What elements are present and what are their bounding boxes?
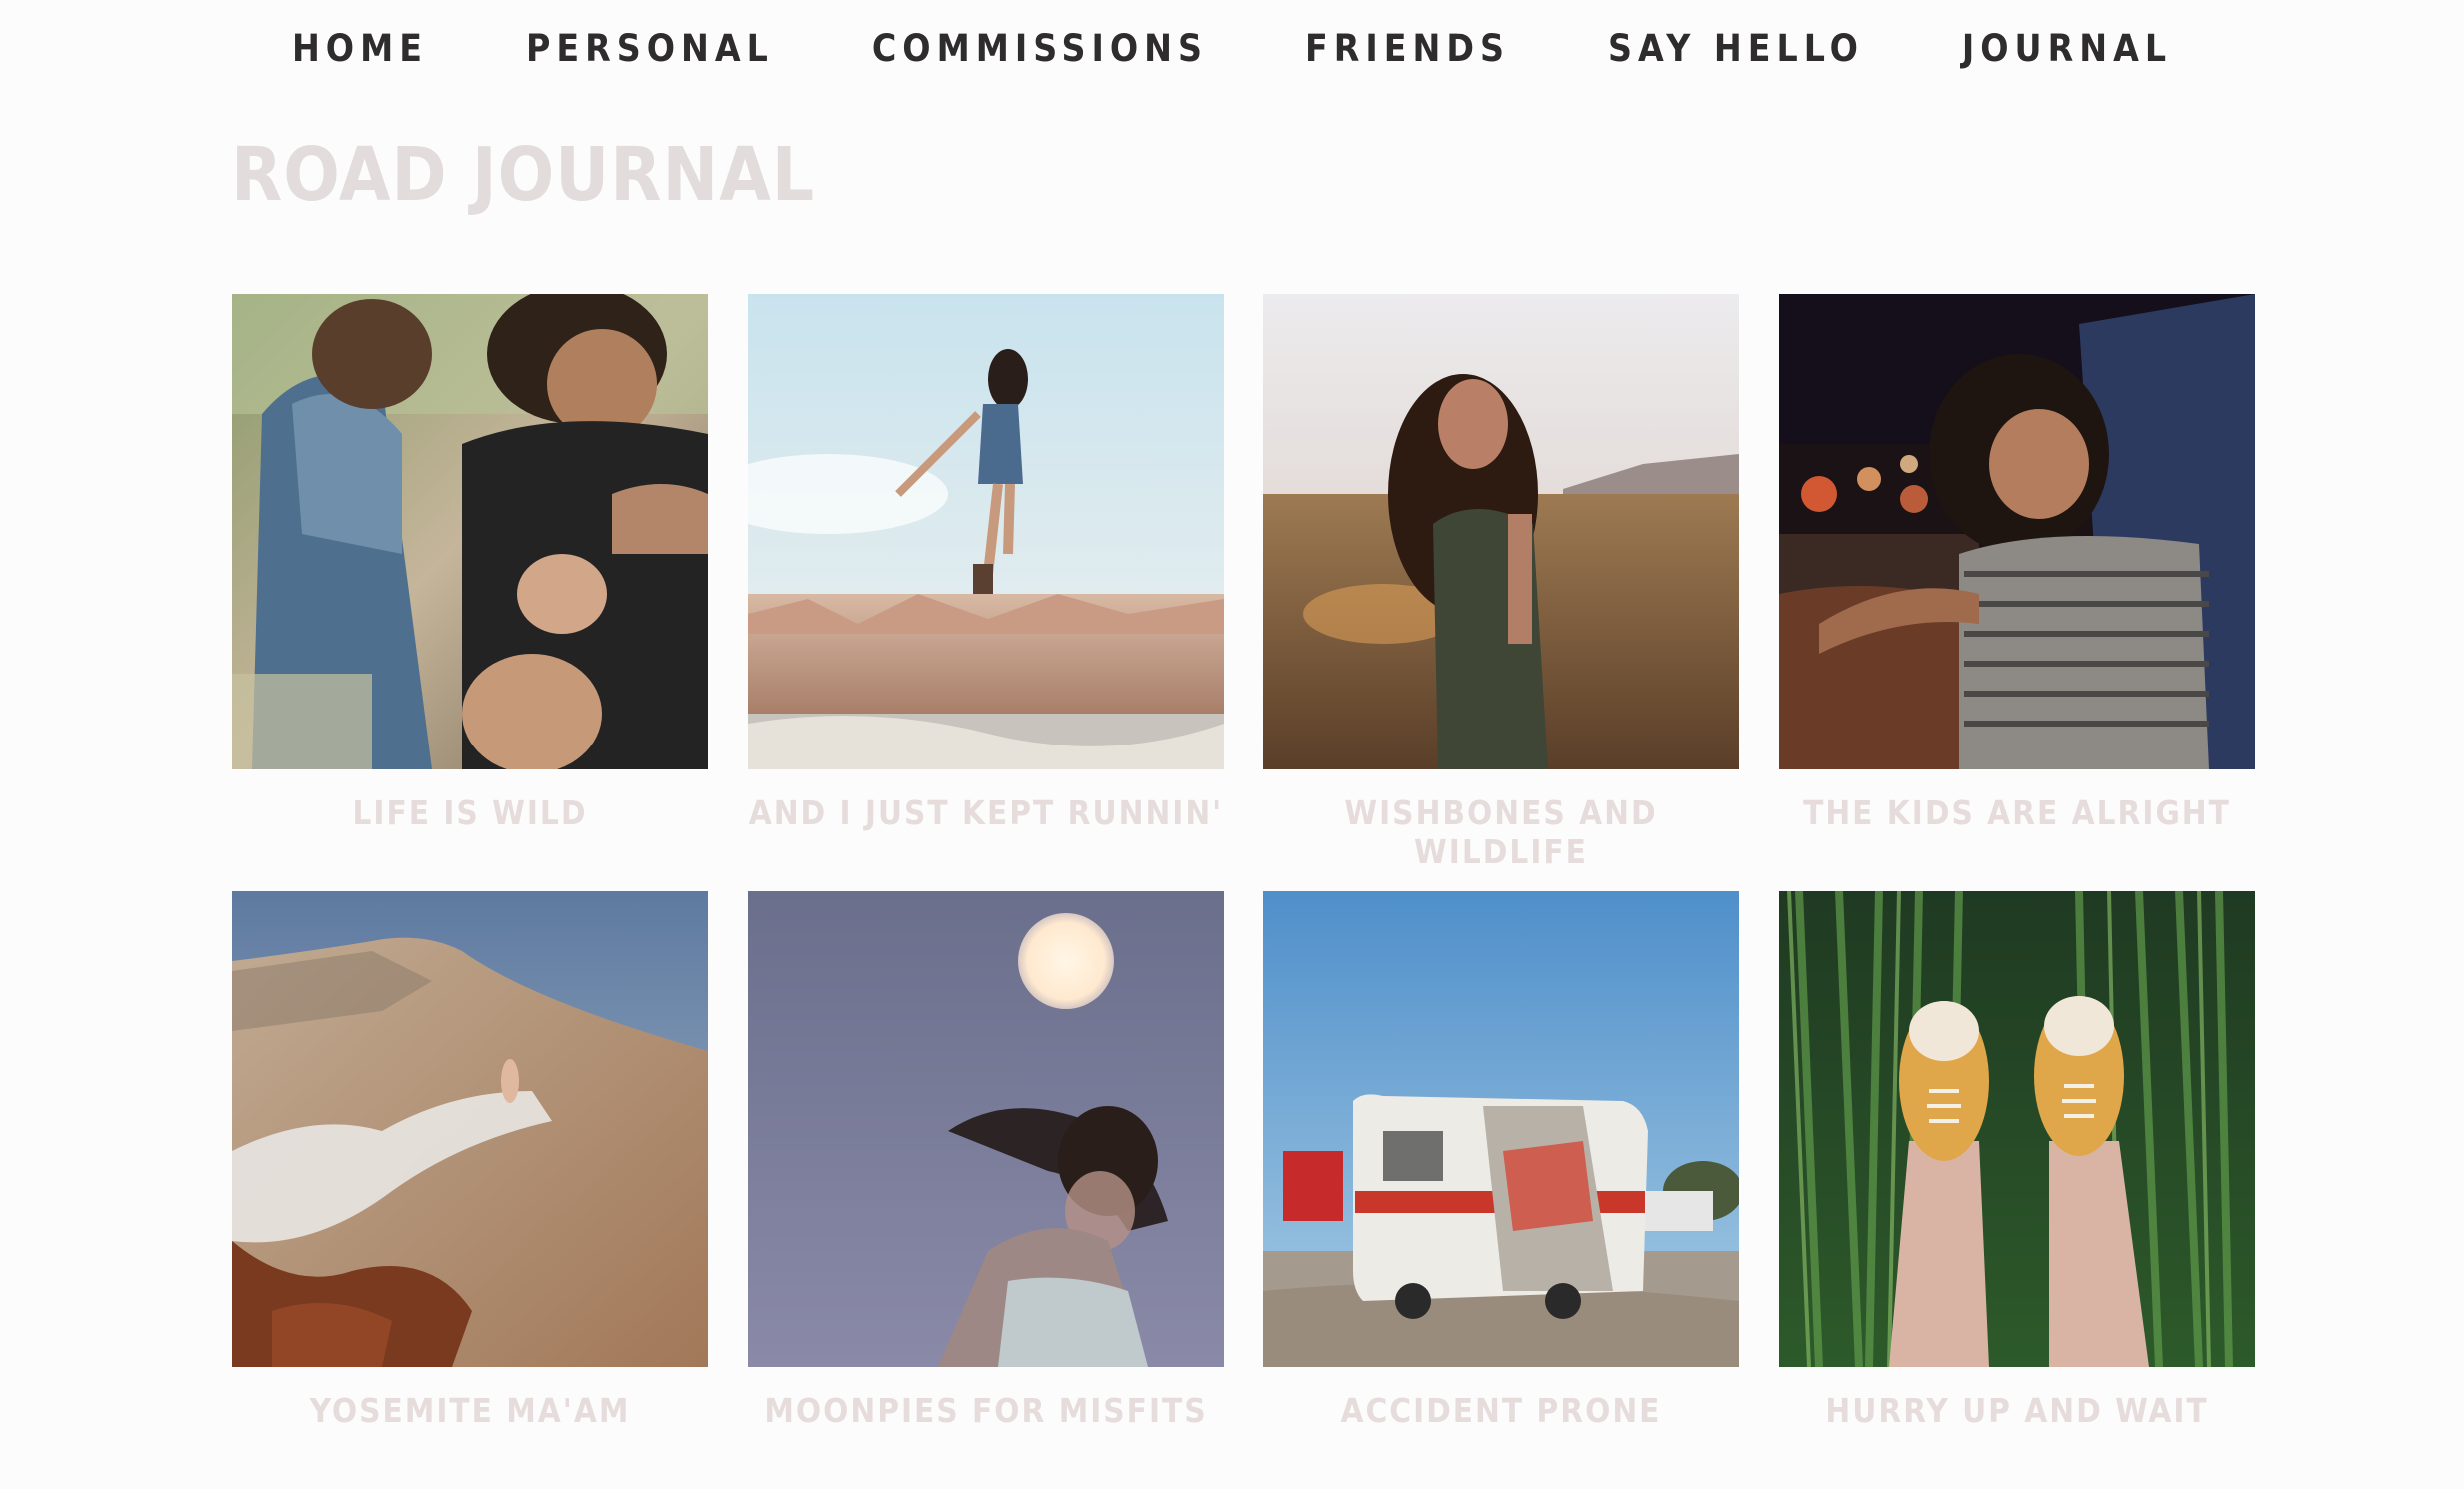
nav-commissions[interactable]: COMMISSIONS	[872, 27, 1208, 70]
journal-card[interactable]: AND I JUST KEPT RUNNIN'	[748, 294, 1224, 891]
journal-card[interactable]: YOSEMITE MA'AM	[232, 891, 708, 1489]
person-on-granite-river-photo[interactable]	[232, 891, 708, 1367]
nav-list: HOME PERSONAL COMMISSIONS FRIENDS SAY HE…	[243, 27, 2221, 70]
nav-journal[interactable]: JOURNAL	[1962, 27, 2172, 70]
post-title[interactable]: YOSEMITE MA'AM	[232, 1391, 708, 1430]
journal-card[interactable]: THE KIDS ARE ALRIGHT	[1779, 294, 2255, 891]
post-title[interactable]: AND I JUST KEPT RUNNIN'	[748, 793, 1224, 832]
journal-card[interactable]: LIFE IS WILD	[232, 294, 708, 891]
woman-under-full-moon-photo[interactable]	[748, 891, 1224, 1367]
sneakers-in-grass-photo[interactable]	[1779, 891, 2255, 1367]
journal-card[interactable]: ACCIDENT PRONE	[1263, 891, 1739, 1489]
post-title[interactable]: THE KIDS ARE ALRIGHT	[1779, 793, 2255, 832]
post-title[interactable]: ACCIDENT PRONE	[1263, 1391, 1739, 1430]
post-title[interactable]: MOONPIES FOR MISFITS	[748, 1391, 1224, 1430]
journal-card[interactable]: WISHBONES AND WILDLIFE	[1263, 294, 1739, 891]
wrecked-trailer-photo[interactable]	[1263, 891, 1739, 1367]
journal-grid: LIFE IS WILD AND I JUST KEPT RUNNIN' WIS…	[232, 294, 2255, 1489]
woman-jumping-canyon-photo[interactable]	[748, 294, 1224, 769]
journal-card[interactable]: MOONPIES FOR MISFITS	[748, 891, 1224, 1489]
post-title[interactable]: HURRY UP AND WAIT	[1779, 1391, 2255, 1430]
woman-car-window-night-photo[interactable]	[1779, 294, 2255, 769]
main-nav: HOME PERSONAL COMMISSIONS FRIENDS SAY HE…	[0, 0, 2464, 96]
woman-in-field-sunset-photo[interactable]	[1263, 294, 1739, 769]
nav-personal[interactable]: PERSONAL	[526, 27, 774, 70]
nav-friends[interactable]: FRIENDS	[1305, 27, 1510, 70]
post-title[interactable]: WISHBONES AND WILDLIFE	[1263, 793, 1739, 871]
post-title[interactable]: LIFE IS WILD	[232, 793, 708, 832]
nav-say-hello[interactable]: SAY HELLO	[1608, 27, 1864, 70]
nav-home[interactable]: HOME	[292, 27, 428, 70]
couple-on-motorcycle-photo[interactable]	[232, 294, 708, 769]
page-title: ROAD JOURNAL	[231, 132, 816, 218]
journal-card[interactable]: HURRY UP AND WAIT	[1779, 891, 2255, 1489]
